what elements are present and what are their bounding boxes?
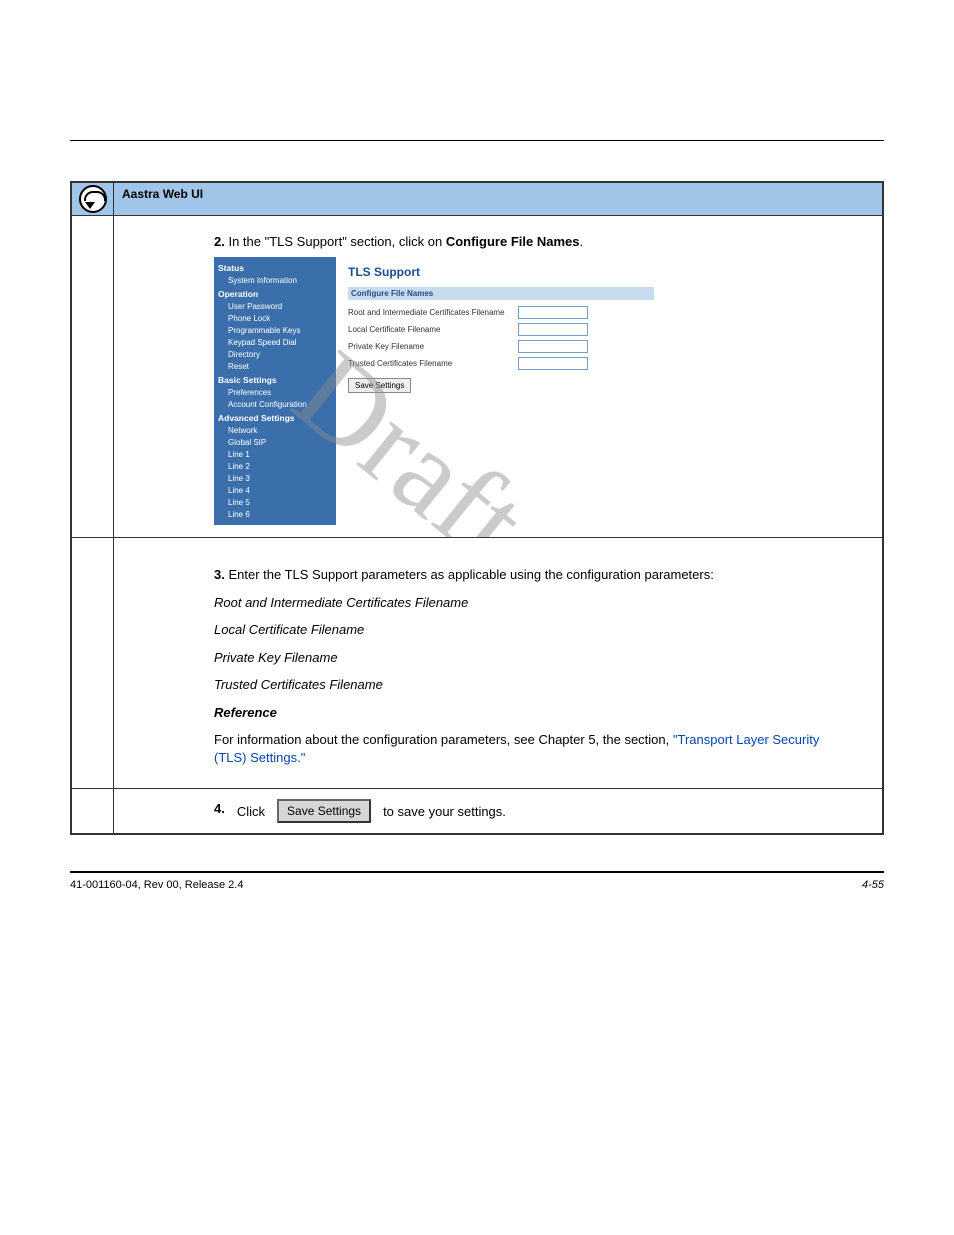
reference-label: Reference: [214, 705, 277, 720]
nav-line3[interactable]: Line 3: [214, 473, 336, 485]
page-footer: 41-001160-04, Rev 00, Release 2.4 4-55: [70, 873, 884, 891]
step4-cell: 4. Click Save Settings to save your sett…: [114, 789, 882, 833]
nav-directory[interactable]: Directory: [214, 349, 336, 361]
step3-number: 3.: [214, 567, 225, 582]
nav-line6[interactable]: Line 6: [214, 509, 336, 521]
left-gutter-3: [72, 538, 114, 788]
label-root-cert: Root and Intermediate Certificates Filen…: [348, 308, 518, 317]
nav-phone-lock[interactable]: Phone Lock: [214, 313, 336, 325]
param-trusted-cert: Trusted Certificates Filename: [214, 677, 383, 692]
nav-line2[interactable]: Line 2: [214, 461, 336, 473]
nav-preferences[interactable]: Preferences: [214, 387, 336, 399]
nav-line5[interactable]: Line 5: [214, 497, 336, 509]
nav-sidebar: Status System Information Operation User…: [214, 257, 336, 525]
nav-global-sip[interactable]: Global SIP: [214, 437, 336, 449]
instruction-table: Aastra Web UI 2. In the "TLS Support" se…: [70, 181, 884, 835]
nav-system-info[interactable]: System Information: [214, 275, 336, 287]
input-trusted-cert[interactable]: [518, 357, 588, 370]
nav-line1[interactable]: Line 1: [214, 449, 336, 461]
step2-number: 2.: [214, 234, 225, 249]
nav-operation[interactable]: Operation: [214, 287, 336, 301]
top-rule: [70, 140, 884, 141]
left-gutter-4: [72, 789, 114, 833]
param-root-cert: Root and Intermediate Certificates Filen…: [214, 595, 468, 610]
label-private-key: Private Key Filename: [348, 342, 518, 351]
input-local-cert[interactable]: [518, 323, 588, 336]
step4-pre: Click: [237, 804, 265, 819]
tls-screenshot: Status System Information Operation User…: [214, 257, 666, 525]
table-header: Aastra Web UI: [114, 183, 882, 216]
footer-left: 41-001160-04, Rev 00, Release 2.4: [70, 879, 243, 891]
step3-text: Enter the TLS Support parameters as appl…: [228, 567, 713, 582]
nav-status[interactable]: Status: [214, 261, 336, 275]
step2-text: In the "TLS Support" section, click on: [228, 234, 442, 249]
globe-icon: [79, 185, 107, 213]
panel-title: TLS Support: [348, 265, 654, 279]
param-local-cert: Local Certificate Filename: [214, 622, 364, 637]
step2-tail: .: [579, 234, 583, 249]
step4-number: 4.: [214, 801, 225, 816]
nav-basic-settings[interactable]: Basic Settings: [214, 373, 336, 387]
nav-user-password[interactable]: User Password: [214, 301, 336, 313]
reference-text: For information about the configuration …: [214, 732, 673, 747]
nav-line4[interactable]: Line 4: [214, 485, 336, 497]
web-ui-icon-cell: [72, 183, 114, 216]
label-local-cert: Local Certificate Filename: [348, 325, 518, 334]
step4-post: to save your settings.: [383, 804, 506, 819]
step2-cell: 2. In the "TLS Support" section, click o…: [114, 216, 882, 537]
nav-account-config[interactable]: Account Configuration: [214, 399, 336, 411]
save-settings-mini-button[interactable]: Save Settings: [348, 378, 411, 393]
left-gutter: [72, 216, 114, 537]
step2-bold: Configure File Names: [446, 234, 580, 249]
main-panel: TLS Support Configure File Names Root an…: [336, 257, 666, 525]
input-private-key[interactable]: [518, 340, 588, 353]
nav-reset[interactable]: Reset: [214, 361, 336, 373]
save-settings-button[interactable]: Save Settings: [277, 799, 371, 823]
step3-cell: 3. Enter the TLS Support parameters as a…: [114, 538, 882, 788]
nav-advanced-settings[interactable]: Advanced Settings: [214, 411, 336, 425]
input-root-cert[interactable]: [518, 306, 588, 319]
section-bar: Configure File Names: [348, 287, 654, 300]
footer-right: 4-55: [862, 879, 884, 891]
param-private-key: Private Key Filename: [214, 650, 338, 665]
nav-programmable-keys[interactable]: Programmable Keys: [214, 325, 336, 337]
nav-keypad-speed-dial[interactable]: Keypad Speed Dial: [214, 337, 336, 349]
nav-network[interactable]: Network: [214, 425, 336, 437]
label-trusted-cert: Trusted Certificates Filename: [348, 359, 518, 368]
